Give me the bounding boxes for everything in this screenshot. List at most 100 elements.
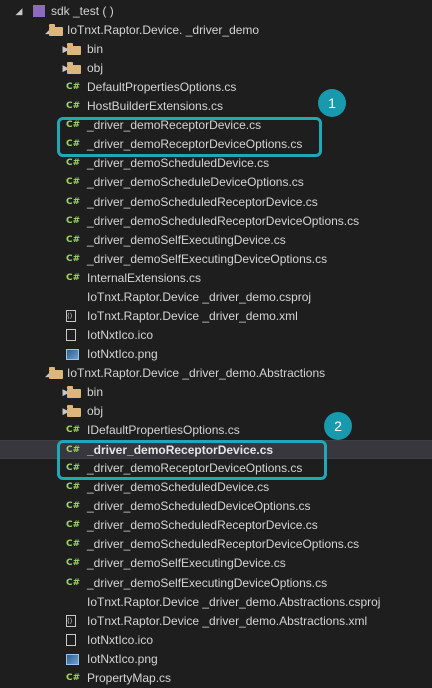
csharp-file-icon: C# [66, 577, 81, 588]
tree-file-row[interactable]: IotNxtIco.png [0, 650, 432, 669]
csharp-file-icon: C# [66, 215, 81, 226]
tree-file-row[interactable]: C# PropertyMap.cs [0, 669, 432, 688]
tree-folder-row[interactable]: ◢IoTnxt.Raptor.Device _driver_demo.Abstr… [0, 364, 432, 383]
tree-folder-row[interactable]: ◢IoTnxt.Raptor.Device. _driver_demo [0, 21, 432, 40]
tree-item-label: bin [87, 42, 104, 57]
csharp-file-icon: C# [66, 196, 81, 207]
csharp-file-icon: C# [66, 234, 81, 245]
tree-file-row[interactable]: IotNxtIco.ico [0, 631, 432, 650]
tree-item-label: IotNxtIco.ico [87, 632, 154, 647]
csharp-file-icon: C# [66, 501, 81, 512]
tree-file-row[interactable]: C# IDefaultPropertiesOptions.cs [0, 421, 432, 440]
tree-file-row[interactable]: IoTnxt.Raptor.Device _driver_demo.csproj [0, 288, 432, 307]
tree-item-label: _driver_demoSelfExecutingDeviceOptions.c… [87, 251, 328, 266]
tree-item-label: _driver_demoScheduleDeviceOptions.cs [87, 175, 304, 190]
tree-file-row[interactable]: C# _driver_demoScheduledDevice.cs [0, 478, 432, 497]
tree-file-row[interactable]: C# InternalExtensions.cs [0, 269, 432, 288]
csharp-file-icon: C# [66, 520, 81, 531]
tree-item-label: IoTnxt.Raptor.Device _driver_demo.Abstra… [87, 594, 381, 609]
highlight-box-1 [57, 117, 322, 157]
callout-badge-1: 1 [318, 89, 346, 117]
tree-item-label: IDefaultPropertiesOptions.cs [87, 423, 240, 438]
solution-icon [33, 5, 45, 17]
tree-file-row[interactable]: IoTnxt.Raptor.Device _driver_demo.Abstra… [0, 612, 432, 631]
tree-item-label: _driver_demoSelfExecutingDevice.cs [87, 556, 286, 571]
tree-item-label: IoTnxt.Raptor.Device _driver_demo.xml [87, 308, 298, 323]
tree-item-label: IoTnxt.Raptor.Device _driver_demo.Abstra… [67, 365, 326, 380]
tree-file-row[interactable]: C# _driver_demoScheduleDeviceOptions.cs [0, 173, 432, 192]
chevron-down-icon[interactable]: ◢ [14, 2, 24, 21]
tree-item-label: obj [87, 61, 104, 76]
tree-file-row[interactable]: IotNxtIco.ico [0, 326, 432, 345]
tree-item-label: IotNxtIco.png [87, 346, 158, 361]
callout-badge-2: 2 [324, 412, 352, 440]
tree-file-row[interactable]: C# DefaultPropertiesOptions.cs [0, 78, 432, 97]
tree-item-label: _driver_demoScheduledReceptorDeviceOptio… [87, 213, 360, 228]
ico-file-icon [66, 633, 76, 646]
tree-file-row[interactable]: IoTnxt.Raptor.Device _driver_demo.Abstra… [0, 593, 432, 612]
tree-file-row[interactable]: IoTnxt.Raptor.Device _driver_demo.xml [0, 307, 432, 326]
folder-icon [49, 24, 63, 37]
tree-file-row[interactable]: C# _driver_demoScheduledReceptorDevice.cs [0, 516, 432, 535]
tree-item-label: DefaultPropertiesOptions.cs [87, 80, 237, 95]
image-file-icon [66, 653, 79, 665]
tree-item-label: InternalExtensions.cs [87, 270, 202, 285]
tree-file-row[interactable]: IotNxtIco.png [0, 345, 432, 364]
tree-item-label: bin [87, 385, 104, 399]
tree-item-label: _driver_demoScheduledReceptorDeviceOptio… [87, 537, 360, 552]
tree-file-row[interactable]: C# _driver_demoSelfExecutingDevice.cs [0, 554, 432, 573]
csharp-file-icon: C# [66, 558, 81, 569]
tree-file-row[interactable]: C# _driver_demoSelfExecutingDeviceOptions… [0, 250, 432, 269]
tree-item-label: _driver_demoScheduledDeviceOptions.cs [87, 499, 311, 514]
tree-item-label: _driver_demoScheduledReceptorDevice.cs [87, 194, 318, 209]
csharp-file-icon: C# [66, 101, 81, 112]
tree-item-label: IoTnxt.Raptor.Device. _driver_demo [67, 23, 260, 38]
tree-folder-row[interactable]: ◢ sdk _test ( ) [0, 2, 432, 21]
tree-item-label: _driver_demoScheduledDevice.cs [87, 480, 270, 495]
image-file-icon [66, 348, 79, 360]
xml-file-icon [66, 309, 76, 322]
tree-file-row[interactable]: C# _driver_demoSelfExecutingDeviceOptions… [0, 574, 432, 593]
tree-folder-row[interactable]: ▶ bin [0, 40, 432, 59]
tree-folder-row[interactable]: ▶ obj [0, 402, 432, 421]
tree-item-label: IotNxtIco.ico [87, 327, 154, 342]
tree-file-row[interactable]: C# _driver_demoScheduledDevice.cs [0, 154, 432, 173]
folder-icon [67, 405, 81, 418]
tree-item-label: obj [87, 404, 104, 419]
csharp-file-icon: C# [66, 82, 81, 93]
tree-file-row[interactable]: C# _driver_demoScheduledDeviceOptions.cs [0, 497, 432, 516]
csharp-file-icon: C# [66, 177, 81, 188]
ico-file-icon [66, 328, 76, 341]
tree-file-row[interactable]: C# _driver_demoScheduledReceptorDeviceOpt… [0, 212, 432, 231]
folder-icon [67, 62, 81, 75]
tree-file-row[interactable]: C# _driver_demoScheduledReceptorDeviceOpt… [0, 535, 432, 554]
csproj-icon [66, 290, 82, 305]
highlight-box-2 [57, 440, 327, 480]
xml-file-icon [66, 614, 76, 627]
csharp-file-icon: C# [66, 253, 81, 264]
csharp-file-icon: C# [66, 272, 81, 283]
tree-folder-row[interactable]: ▶ bin [0, 383, 432, 402]
tree-item-label: PropertyMap.cs [87, 670, 172, 685]
csharp-file-icon: C# [66, 482, 81, 493]
csharp-file-icon: C# [66, 539, 81, 550]
tree-item-label: HostBuilderExtensions.cs [87, 99, 224, 114]
tree-item-label: _driver_demoSelfExecutingDeviceOptions.c… [87, 575, 328, 590]
tree-item-label: _driver_demoScheduledReceptorDevice.cs [87, 518, 318, 533]
tree-item-label: IoTnxt.Raptor.Device _driver_demo.csproj [87, 289, 312, 304]
tree-item-label: sdk _test ( ) [51, 4, 114, 18]
tree-item-label: IoTnxt.Raptor.Device _driver_demo.Abstra… [87, 613, 368, 628]
csharp-file-icon: C# [66, 425, 81, 436]
folder-icon [67, 43, 81, 56]
csharp-file-icon: C# [66, 672, 81, 683]
tree-file-row[interactable]: C# HostBuilderExtensions.cs [0, 97, 432, 116]
tree-file-row[interactable]: C# _driver_demoScheduledReceptorDevice.cs [0, 193, 432, 212]
folder-icon [67, 386, 81, 398]
csproj-icon [66, 595, 82, 610]
folder-icon [49, 366, 63, 379]
tree-file-row[interactable]: C# _driver_demoSelfExecutingDevice.cs [0, 231, 432, 250]
tree-item-label: IotNxtIco.png [87, 651, 158, 666]
tree-item-label: _driver_demoScheduledDevice.cs [87, 156, 270, 171]
tree-item-label: _driver_demoSelfExecutingDevice.cs [87, 232, 286, 247]
tree-folder-row[interactable]: ▶ obj [0, 59, 432, 78]
